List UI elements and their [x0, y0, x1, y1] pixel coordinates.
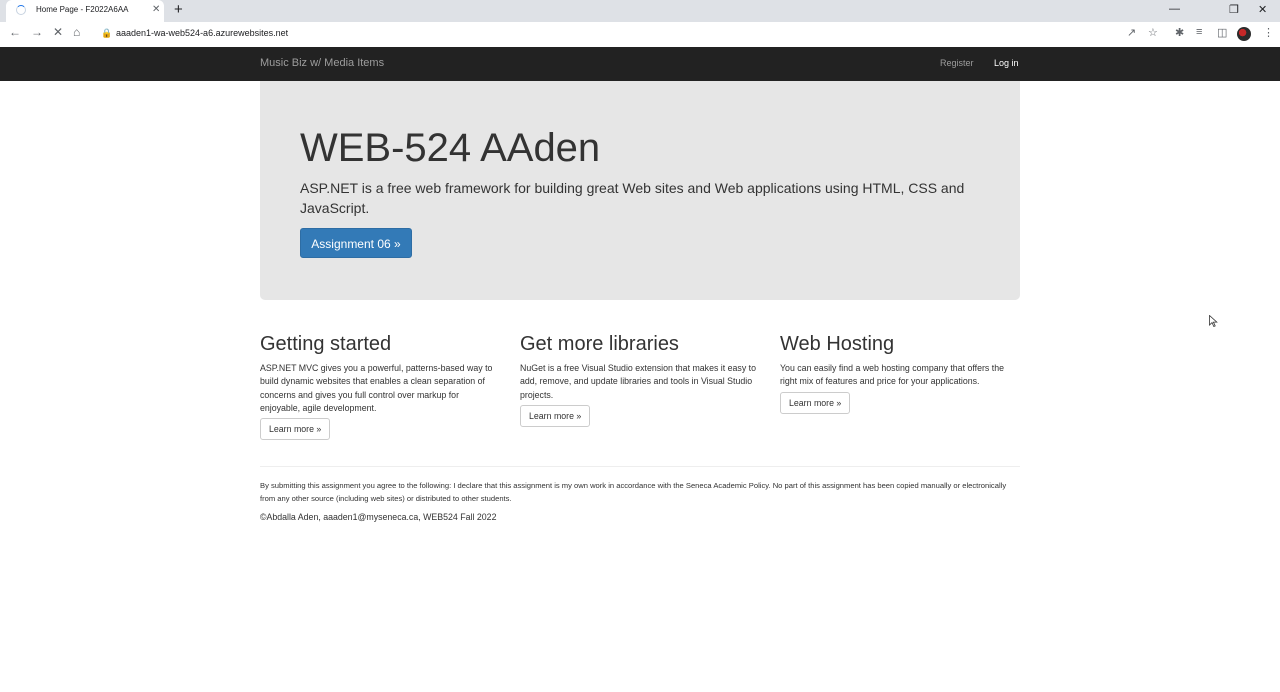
assignment-button[interactable]: Assignment 06 »	[300, 228, 412, 258]
column-getting-started: Getting started ASP.NET MVC gives you a …	[260, 332, 500, 441]
extensions-icon[interactable]: ✱	[1175, 26, 1184, 39]
browser-tab[interactable]: Home Page - F2022A6AA ✕	[6, 0, 164, 22]
register-link[interactable]: Register	[940, 58, 974, 68]
column-heading: Web Hosting	[780, 333, 895, 355]
restore-icon[interactable]: ❐	[1229, 3, 1239, 16]
lock-icon[interactable]: 🔒	[101, 28, 112, 39]
copyright-text: ©Abdalla Aden, aaaden1@myseneca.ca, WEB5…	[260, 512, 497, 522]
learn-more-button[interactable]: Learn more »	[780, 391, 851, 414]
address-bar[interactable]: 🔒 aaaden1-wa-web524-a6.azurewebsites.net	[96, 25, 1118, 43]
browser-toolbar: ← → ✕ ⌂ 🔒 aaaden1-wa-web524-a6.azurewebs…	[0, 22, 1280, 48]
column-heading: Getting started	[260, 333, 392, 355]
star-icon[interactable]: ☆	[1148, 26, 1158, 39]
lead-text: ASP.NET is a free web framework for buil…	[300, 180, 965, 216]
column-heading: Get more libraries	[520, 333, 679, 355]
back-arrow-icon[interactable]: ←	[9, 25, 21, 39]
url-text[interactable]: aaaden1-wa-web524-a6.azurewebsites.net	[116, 28, 288, 38]
share-icon[interactable]: ↗	[1127, 26, 1136, 39]
new-tab-button[interactable]: +	[174, 1, 183, 18]
brand-link[interactable]: Music Biz w/ Media Items	[260, 57, 384, 69]
disclaimer-text: By submitting this assignment you agree …	[260, 481, 1007, 503]
jumbotron: WEB-524 AAden ASP.NET is a free web fram…	[260, 81, 1020, 300]
side-panel-icon[interactable]: ◫	[1217, 26, 1227, 39]
column-text: You can easily find a web hosting compan…	[780, 363, 1004, 387]
login-link[interactable]: Log in	[994, 58, 1019, 68]
page-title: WEB-524 AAden	[300, 126, 601, 170]
profile-avatar[interactable]	[1237, 27, 1251, 41]
tab-strip: Home Page - F2022A6AA ✕ + — ❐ ✕	[0, 0, 1280, 22]
forward-arrow-icon[interactable]: →	[31, 25, 43, 39]
column-text: ASP.NET MVC gives you a powerful, patter…	[260, 363, 493, 413]
menu-icon[interactable]: ⋮	[1263, 26, 1274, 39]
column-web-hosting: Web Hosting You can easily find a web ho…	[780, 332, 1020, 414]
column-get-more-libraries: Get more libraries NuGet is a free Visua…	[520, 332, 760, 427]
learn-more-button[interactable]: Learn more »	[520, 404, 591, 427]
learn-more-button[interactable]: Learn more »	[260, 418, 331, 441]
site-navbar: Music Biz w/ Media Items Register Log in	[0, 47, 1280, 81]
minimize-icon[interactable]: —	[1169, 3, 1180, 15]
loading-spinner-icon	[16, 5, 26, 15]
home-icon[interactable]: ⌂	[73, 25, 80, 39]
mouse-cursor-icon	[1209, 315, 1218, 327]
close-tab-icon[interactable]: ✕	[152, 4, 160, 15]
column-text: NuGet is a free Visual Studio extension …	[520, 363, 757, 400]
tab-title: Home Page - F2022A6AA	[36, 5, 129, 14]
reading-list-icon[interactable]: ≡	[1196, 26, 1202, 38]
divider	[260, 466, 1020, 467]
close-window-icon[interactable]: ✕	[1258, 3, 1267, 16]
stop-loading-icon[interactable]: ✕	[53, 25, 63, 39]
